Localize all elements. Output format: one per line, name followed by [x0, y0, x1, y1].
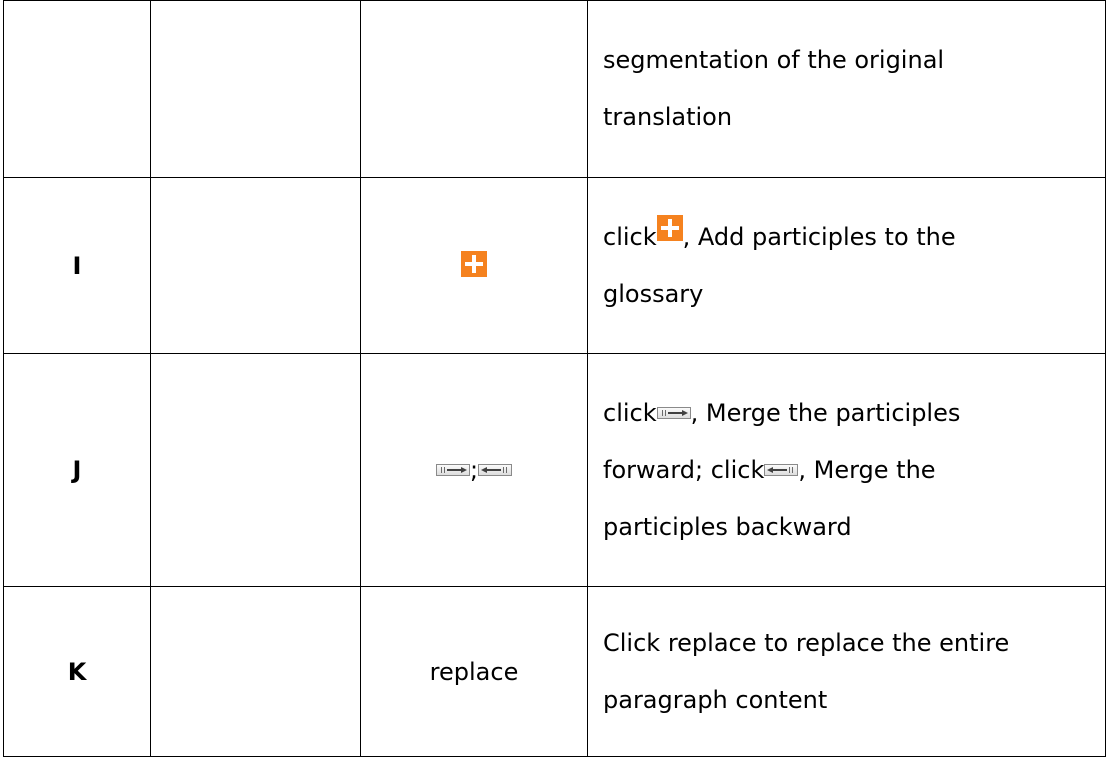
desc-line: glossary	[603, 279, 704, 308]
desc-line: Click replace to replace the entire	[603, 628, 1010, 657]
table-row: J ; click , Merge the participles forward…	[3, 353, 1106, 587]
plus-icon	[656, 214, 683, 241]
merge-forward-icon	[656, 406, 691, 419]
table-row: I click , Add participles to the glossary	[3, 177, 1106, 354]
row-key: K	[3, 586, 151, 757]
row-key: J	[3, 353, 151, 587]
desc-line: participles backward	[603, 512, 852, 541]
row-description: click , Add participles to the glossary	[587, 177, 1106, 354]
desc-text: click	[603, 222, 657, 251]
desc-text: click	[603, 398, 657, 427]
row-icon-cell	[360, 0, 588, 178]
desc-line: paragraph content	[603, 685, 828, 714]
row-col2	[150, 177, 361, 354]
merge-backward-icon	[478, 464, 513, 476]
row-key: I	[3, 177, 151, 354]
desc-text: , Merge the	[798, 455, 936, 484]
row-col2	[150, 586, 361, 757]
desc-line: click , Merge the participles	[603, 385, 1105, 442]
desc-line: forward; click , Merge the	[603, 442, 1105, 499]
plus-icon	[461, 251, 487, 277]
desc-line: translation	[603, 103, 733, 131]
row-col2	[150, 0, 361, 178]
shortcut-table: segmentation of the original translation…	[3, 0, 1106, 757]
icon-separator: ;	[469, 456, 479, 484]
row-description: Click replace to replace the entire para…	[587, 586, 1106, 757]
desc-line: segmentation of the original	[603, 46, 945, 74]
merge-forward-icon	[435, 464, 470, 476]
desc-text: , Merge the participles	[690, 398, 961, 427]
table-row: segmentation of the original translation	[3, 0, 1106, 178]
desc-line: click , Add participles to the	[603, 209, 1105, 266]
row-description: click , Merge the participles forward; cl…	[587, 353, 1106, 587]
row-icon-cell: ;	[360, 353, 588, 587]
row-key	[3, 0, 151, 178]
row-col2	[150, 353, 361, 587]
table-row: K replace Click replace to replace the e…	[3, 586, 1106, 757]
row-icon-cell	[360, 177, 588, 354]
replace-label: replace	[360, 586, 588, 757]
merge-backward-icon	[764, 463, 799, 476]
desc-text: , Add participles to the	[682, 222, 956, 251]
desc-text: forward; click	[603, 455, 765, 484]
row-description: segmentation of the original translation	[587, 0, 1106, 178]
